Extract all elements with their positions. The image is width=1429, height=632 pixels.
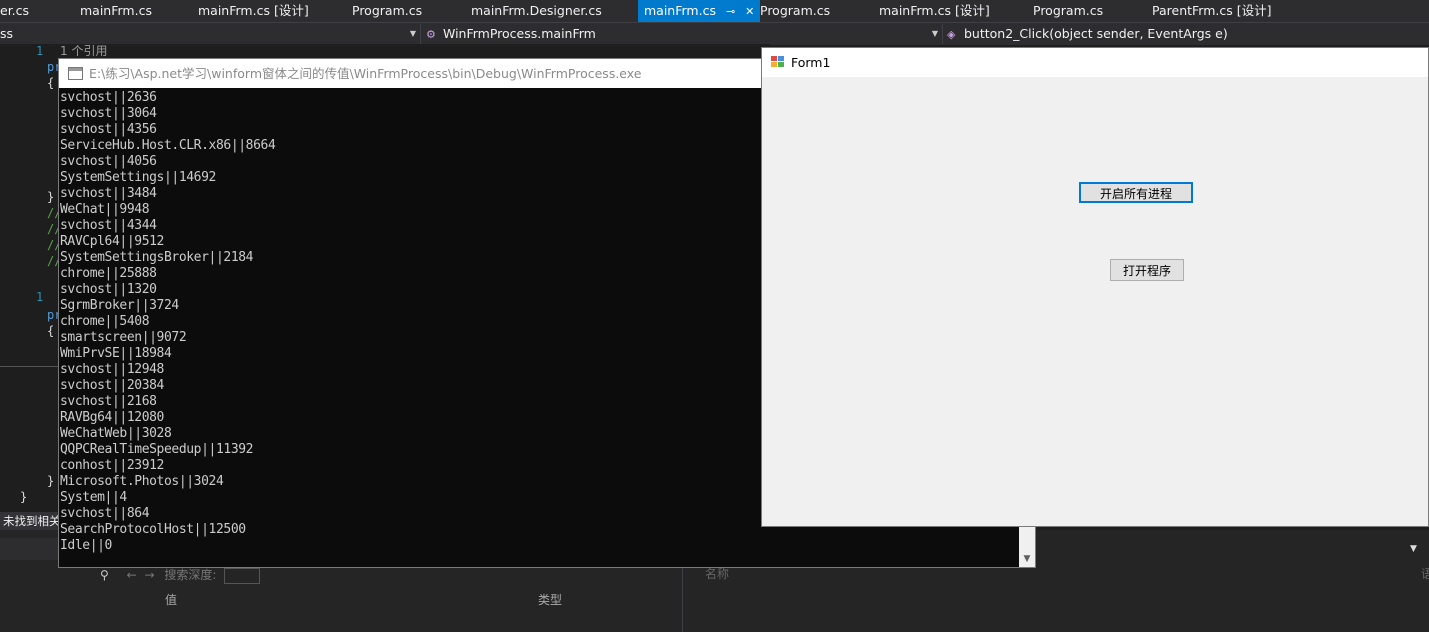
- form1-window[interactable]: Form1 开启所有进程 打开程序: [761, 47, 1429, 527]
- project-dropdown[interactable]: ss ▼: [0, 24, 421, 44]
- tab-mainfrm-design-2[interactable]: mainFrm.cs [设计]: [879, 0, 990, 22]
- member-dropdown-value: button2_Click(object sender, EventArgs e…: [964, 26, 1228, 41]
- console-line: chrome||25888: [60, 266, 157, 281]
- console-title: E:\练习\Asp.net学习\winform窗体之间的传值\WinFrmPro…: [89, 66, 642, 81]
- tab-mainfrm-designer-cs[interactable]: mainFrm.Designer.cs: [471, 0, 602, 22]
- form1-title-bar[interactable]: Form1: [762, 48, 1428, 77]
- console-line: SystemSettings||14692: [60, 170, 216, 185]
- reference-count[interactable]: 1 个引用: [60, 42, 107, 59]
- console-line: WeChatWeb||3028: [60, 426, 172, 441]
- type-dropdown-value: WinFrmProcess.mainFrm: [443, 26, 596, 41]
- code-fragment: }: [20, 490, 28, 504]
- search-icon[interactable]: ⚲: [100, 568, 109, 582]
- console-line: chrome||5408: [60, 314, 150, 329]
- tab-parentfrm-design[interactable]: ParentFrm.cs [设计]: [1152, 0, 1271, 22]
- back-arrow-icon[interactable]: ←: [127, 568, 137, 582]
- console-line: SearchProtocolHost||12500: [60, 522, 246, 537]
- tab-label: Program.cs: [760, 3, 831, 18]
- console-line: RAVCpl64||9512: [60, 234, 164, 249]
- console-line: WmiPrvSE||18984: [60, 346, 172, 361]
- console-line: svchost||3484: [60, 186, 157, 201]
- member-dropdown[interactable]: ◈ button2_Click(object sender, EventArgs …: [947, 24, 1429, 44]
- chevron-down-icon: ▼: [409, 29, 416, 38]
- console-line: svchost||12948: [60, 362, 164, 377]
- console-line: System||4: [60, 490, 127, 505]
- code-fragment: {: [47, 76, 55, 90]
- line-number: 1: [36, 44, 44, 58]
- tab-label: Program.cs: [352, 3, 423, 18]
- pin-icon[interactable]: ⊸: [726, 1, 735, 23]
- tab-mainfrm-cs[interactable]: mainFrm.cs: [80, 0, 152, 22]
- editor-separator: [0, 366, 60, 367]
- autos-search-bar: ⚲ ← → 搜索深度:: [100, 566, 261, 584]
- tab-program-cs-3[interactable]: Program.cs: [1033, 0, 1103, 22]
- forward-arrow-icon[interactable]: →: [145, 568, 155, 582]
- search-depth-label: 搜索深度:: [164, 568, 217, 582]
- tab-label: mainFrm.cs: [644, 3, 716, 18]
- navigation-bar: ss ▼ ⚙ WinFrmProcess.mainFrm ▼ ◈ button2_C…: [0, 22, 1429, 45]
- status-text: 未找到相关: [0, 512, 64, 530]
- document-tab-strip: er.cs mainFrm.cs mainFrm.cs [设计] Program…: [0, 0, 1429, 22]
- tab-label: mainFrm.cs [设计]: [198, 3, 309, 18]
- console-line: ServiceHub.Host.CLR.x86||8664: [60, 138, 276, 153]
- column-header-lang[interactable]: 语: [1421, 565, 1429, 582]
- tab-mainfrm-cs-active[interactable]: mainFrm.cs ⊸ ✕: [638, 0, 761, 23]
- project-dropdown-value: ss: [0, 26, 14, 41]
- start-all-processes-button[interactable]: 开启所有进程: [1079, 182, 1193, 203]
- code-fragment: {: [47, 324, 55, 338]
- code-fragment: }: [47, 190, 55, 204]
- tab-er-cs[interactable]: er.cs: [0, 0, 29, 22]
- form-app-icon: [771, 56, 784, 68]
- console-line: svchost||20384: [60, 378, 164, 393]
- type-dropdown[interactable]: ⚙ WinFrmProcess.mainFrm ▼: [426, 24, 943, 44]
- tab-label: mainFrm.cs: [80, 3, 152, 18]
- scroll-down-arrow-icon[interactable]: ▼: [1019, 551, 1035, 567]
- console-line: QQPCRealTimeSpeedup||11392: [60, 442, 254, 457]
- console-line: svchost||4056: [60, 154, 157, 169]
- console-line: svchost||2636: [60, 90, 157, 105]
- console-line: svchost||4344: [60, 218, 157, 233]
- line-number: 1: [36, 290, 44, 304]
- console-app-icon: [68, 67, 83, 80]
- tab-program-cs-2[interactable]: Program.cs: [760, 0, 830, 22]
- console-line: SystemSettingsBroker||2184: [60, 250, 254, 265]
- search-depth-dropdown[interactable]: [224, 567, 261, 584]
- form1-title: Form1: [791, 55, 831, 70]
- method-icon: ◈: [947, 28, 956, 41]
- panel-dropdown-icon[interactable]: ▼: [1410, 544, 1417, 554]
- open-program-button[interactable]: 打开程序: [1110, 259, 1184, 281]
- console-line: Idle||0: [60, 538, 112, 553]
- tab-label: Program.cs: [1033, 3, 1104, 18]
- code-fragment: }: [47, 474, 55, 488]
- console-line: WeChat||9948: [60, 202, 150, 217]
- close-icon[interactable]: ✕: [745, 1, 754, 23]
- column-header-value[interactable]: 值: [165, 591, 177, 608]
- column-header-type[interactable]: 类型: [538, 591, 562, 608]
- tab-label: mainFrm.Designer.cs: [471, 3, 602, 18]
- console-line: svchost||864: [60, 506, 150, 521]
- console-line: conhost||23912: [60, 458, 164, 473]
- console-line: svchost||1320: [60, 282, 157, 297]
- tab-mainfrm-design[interactable]: mainFrm.cs [设计]: [198, 0, 309, 22]
- console-line: svchost||2168: [60, 394, 157, 409]
- tab-label: er.cs: [0, 3, 30, 18]
- tab-label: ParentFrm.cs [设计]: [1152, 3, 1272, 18]
- console-line: Microsoft.Photos||3024: [60, 474, 224, 489]
- tab-program-cs[interactable]: Program.cs: [352, 0, 422, 22]
- console-line: RAVBg64||12080: [60, 410, 164, 425]
- console-line: svchost||4356: [60, 122, 157, 137]
- console-line: svchost||3064: [60, 106, 157, 121]
- chevron-down-icon: ▼: [931, 29, 938, 38]
- class-icon: ⚙: [426, 28, 436, 41]
- console-line: smartscreen||9072: [60, 330, 187, 345]
- tab-label: mainFrm.cs [设计]: [879, 3, 990, 18]
- console-line: SgrmBroker||3724: [60, 298, 179, 313]
